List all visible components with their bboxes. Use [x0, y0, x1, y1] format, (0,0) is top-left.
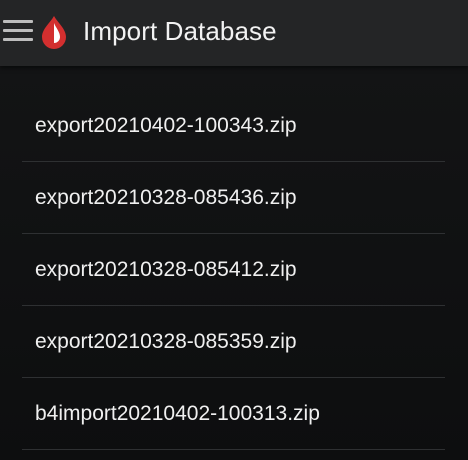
file-name: export20210328-085412.zip [35, 258, 297, 281]
file-name: b4import20210402-100313.zip [35, 402, 320, 425]
file-name: export20210328-085436.zip [35, 186, 297, 209]
file-name: export20210402-100343.zip [35, 114, 297, 137]
page-title: Import Database [83, 16, 277, 46]
file-list: export20210402-100343.zip export20210328… [0, 90, 468, 450]
file-name: export20210328-085359.zip [35, 330, 297, 353]
file-list-item[interactable]: export20210402-100343.zip [22, 90, 445, 162]
app-root: Import Database export20210402-100343.zi… [0, 0, 468, 460]
file-list-item[interactable]: b4import20210402-100313.zip [22, 378, 445, 450]
toolbar: Import Database [0, 0, 468, 66]
file-list-item[interactable]: export20210328-085359.zip [22, 306, 445, 378]
blood-drop-icon [42, 16, 66, 49]
file-list-item[interactable]: export20210328-085412.zip [22, 234, 445, 306]
menu-icon[interactable] [3, 20, 33, 42]
file-list-item[interactable]: export20210328-085436.zip [22, 162, 445, 234]
